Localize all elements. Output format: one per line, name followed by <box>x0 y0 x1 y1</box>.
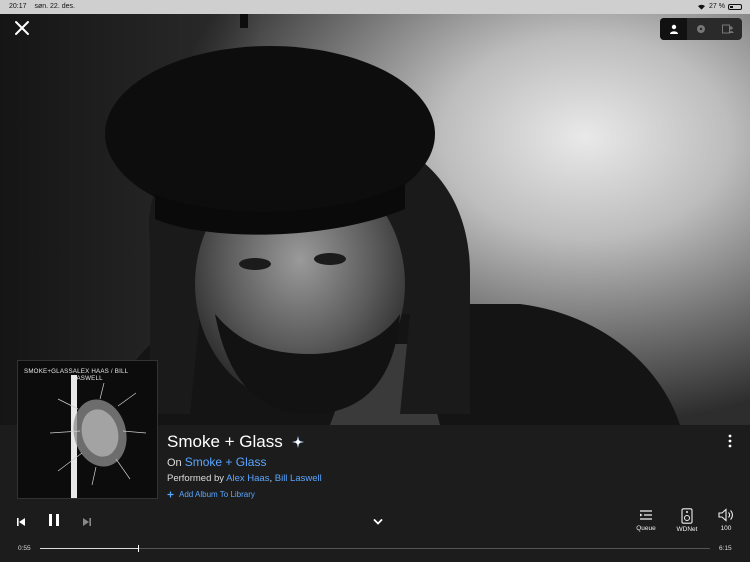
album-view-tab[interactable] <box>687 18 714 40</box>
artist-link-bill-laswell[interactable]: Bill Laswell <box>275 473 322 484</box>
more-options-button[interactable] <box>724 432 736 450</box>
chevron-down-icon <box>373 519 383 525</box>
pause-icon <box>49 514 59 526</box>
status-date: søn. 22. des. <box>34 3 75 10</box>
queue-icon <box>640 510 652 520</box>
progress-fill <box>40 548 139 549</box>
queue-button[interactable]: Queue <box>633 508 659 532</box>
output-device-button[interactable]: WDNet <box>674 508 700 533</box>
on-prefix: On <box>167 457 182 469</box>
progress-slider[interactable] <box>40 545 710 552</box>
credits-icon <box>722 24 734 34</box>
speaker-device-icon <box>681 508 693 524</box>
battery-percent: 27 % <box>709 3 725 10</box>
track-title: Smoke + Glass <box>167 432 305 452</box>
view-toggle[interactable] <box>660 18 742 40</box>
elapsed-time: 0:55 <box>18 545 31 552</box>
credits-view-tab[interactable] <box>715 18 742 40</box>
sparkle-icon <box>291 436 304 448</box>
skip-previous-icon <box>17 518 25 526</box>
artist-view-tab[interactable] <box>660 18 688 40</box>
close-icon <box>15 21 29 35</box>
performed-by-line: Performed by Alex Haas, Bill Laswell <box>167 473 322 484</box>
pause-button[interactable] <box>46 512 62 533</box>
wifi-icon <box>698 4 706 10</box>
previous-button[interactable] <box>15 515 27 533</box>
artist-separator: , <box>269 473 273 484</box>
volume-value: 100 <box>720 525 732 532</box>
more-vertical-icon <box>728 434 732 448</box>
status-time: 20:17 <box>9 3 27 10</box>
collapse-player-button[interactable] <box>372 515 384 533</box>
album-art-illustration <box>49 375 147 498</box>
device-label: WDNet <box>676 526 698 533</box>
next-button[interactable] <box>81 515 93 533</box>
progress-thumb[interactable] <box>138 545 140 552</box>
performed-prefix: Performed by <box>167 473 225 484</box>
add-album-label: Add Album To Library <box>179 490 255 499</box>
skip-next-icon <box>83 518 91 526</box>
add-album-to-library-button[interactable]: Add Album To Library <box>167 490 255 499</box>
battery-icon <box>728 3 742 10</box>
album-art[interactable]: SMOKE+GLASS ALEX HAAS / BILL LASWELL <box>17 360 158 499</box>
total-time: 6:15 <box>719 545 732 552</box>
person-icon <box>669 24 678 34</box>
close-button[interactable] <box>12 18 32 38</box>
artist-link-alex-haas[interactable]: Alex Haas <box>226 473 269 484</box>
plus-icon <box>167 491 174 498</box>
queue-label: Queue <box>636 525 656 532</box>
volume-button[interactable]: 100 <box>713 508 739 532</box>
disc-icon <box>696 25 705 33</box>
album-link[interactable]: Smoke + Glass <box>185 455 267 469</box>
track-title-text: Smoke + Glass <box>167 432 283 451</box>
status-bar: 20:17 søn. 22. des. 27 % <box>0 0 750 14</box>
volume-icon <box>718 508 733 522</box>
album-line: On Smoke + Glass <box>167 455 266 469</box>
